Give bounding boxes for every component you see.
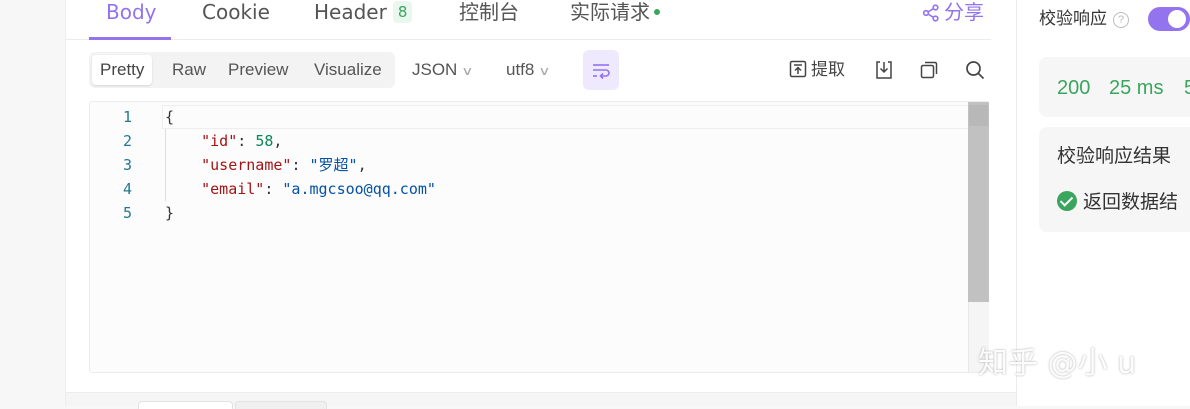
- verify-result-item: 返回数据结: [1057, 191, 1178, 215]
- view-preview[interactable]: Preview: [220, 55, 296, 85]
- scrollbar-marker: [969, 105, 988, 126]
- bottom-tab[interactable]: [138, 401, 233, 409]
- bottom-tab[interactable]: [235, 401, 327, 409]
- status-dot: [654, 9, 660, 15]
- share-button[interactable]: 分享: [922, 0, 984, 24]
- line-number-gutter: 1 2 3 4 5: [90, 102, 150, 372]
- active-tab-indicator: [89, 37, 171, 40]
- share-icon: [922, 4, 939, 22]
- response-toolbar: Pretty Raw Preview Visualize JSON ∨ utf8 ∨…: [89, 50, 989, 90]
- tab-header[interactable]: Header 8: [314, 0, 413, 40]
- line-number: 3: [122, 156, 132, 174]
- toggle-knob: [1168, 10, 1186, 28]
- search-icon[interactable]: [965, 60, 985, 80]
- tab-body[interactable]: Body: [106, 0, 157, 40]
- code-line: "username": "罗超",: [201, 156, 367, 174]
- response-panel: Body Cookie Header 8 控制台 实际请求 分享 Pretty R…: [66, 0, 1016, 392]
- response-stats-card: 200 25 ms 5: [1039, 57, 1190, 117]
- wrap-lines-icon: [593, 64, 610, 80]
- editor-scrollbar-thumb[interactable]: [968, 102, 989, 302]
- code-line: "email": "a.mgcsoo@qq.com": [201, 180, 436, 198]
- help-icon[interactable]: ?: [1113, 12, 1129, 28]
- watermark: 知乎 @小 u: [978, 346, 1137, 381]
- response-tabs: Body Cookie Header 8 控制台 实际请求 分享: [66, 0, 991, 40]
- copy-icon[interactable]: [919, 60, 939, 80]
- extract-icon: [789, 60, 807, 78]
- check-circle-icon: [1057, 191, 1077, 211]
- verify-result-title: 校验响应结果: [1057, 146, 1172, 167]
- code-line: }: [165, 204, 175, 222]
- code-editor[interactable]: 1 2 3 4 5 { "id": 58, "username": "罗超", …: [89, 101, 989, 373]
- tab-console[interactable]: 控制台: [459, 0, 519, 40]
- line-number: 5: [122, 204, 132, 222]
- view-raw[interactable]: Raw: [164, 55, 214, 85]
- download-icon[interactable]: [874, 60, 894, 80]
- tab-actual-request[interactable]: 实际请求: [570, 0, 660, 40]
- response-time: 25 ms: [1109, 77, 1164, 99]
- chevron-down-icon: ∨: [461, 64, 474, 78]
- view-pretty[interactable]: Pretty: [92, 55, 153, 85]
- line-number: 2: [122, 132, 132, 150]
- chevron-down-icon: ∨: [538, 64, 551, 78]
- verify-response-label: 校验响应?: [1039, 8, 1129, 30]
- bottom-bar: [66, 392, 1016, 409]
- left-gutter: [0, 0, 66, 406]
- word-wrap-button[interactable]: [583, 50, 619, 90]
- view-visualize[interactable]: Visualize: [306, 55, 390, 85]
- tab-cookie[interactable]: Cookie: [202, 0, 270, 40]
- code-line: {: [165, 108, 175, 126]
- view-mode-segmented: Pretty Raw Preview Visualize: [89, 52, 395, 88]
- line-number: 4: [122, 180, 132, 198]
- verify-result-card: 校验响应结果 返回数据结: [1039, 127, 1190, 232]
- line-number: 1: [122, 108, 132, 126]
- verify-response-toggle[interactable]: [1148, 7, 1190, 31]
- json-body: { "id": 58, "username": "罗超", "email": "…: [165, 105, 436, 225]
- header-count-badge: 8: [392, 1, 413, 23]
- status-code: 200: [1057, 77, 1091, 99]
- code-line: "id": 58,: [201, 132, 283, 150]
- response-size: 5: [1184, 77, 1190, 99]
- extract-button[interactable]: 提取: [789, 59, 845, 81]
- format-select[interactable]: JSON ∨: [412, 60, 474, 81]
- encoding-select[interactable]: utf8 ∨: [506, 60, 551, 81]
